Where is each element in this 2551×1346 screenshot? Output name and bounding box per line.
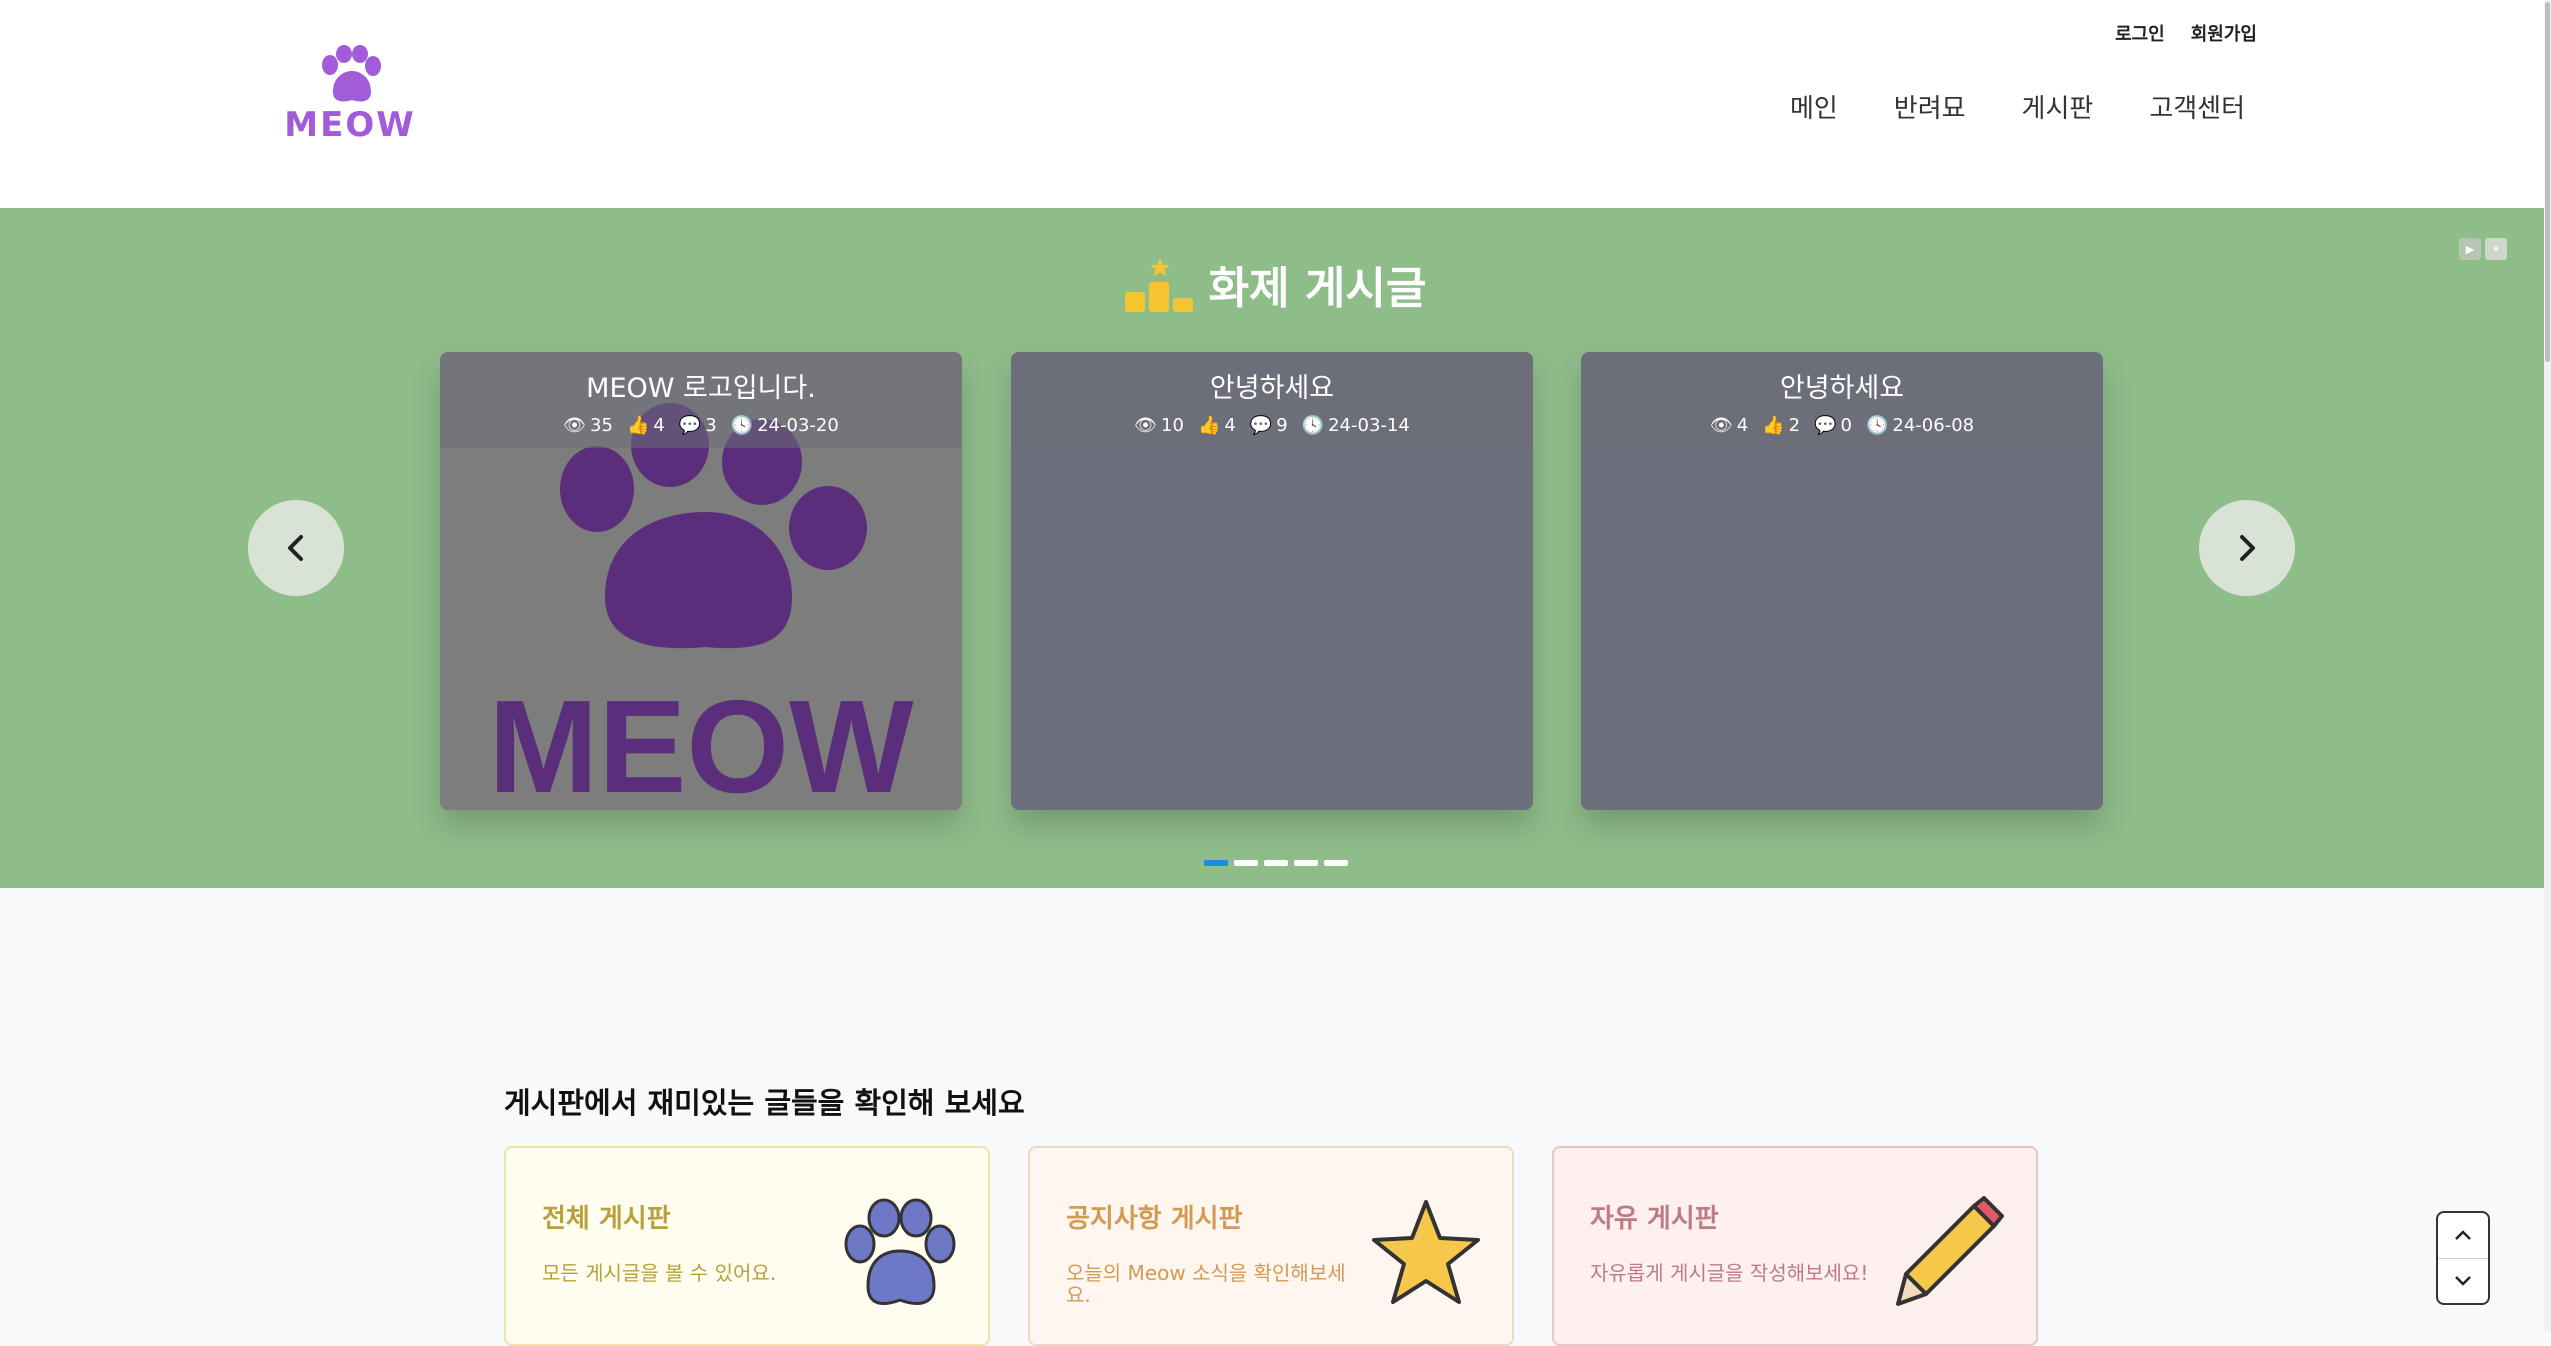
thumbs-up-icon: 👍: [1197, 415, 1221, 436]
scroll-bottom-button[interactable]: [2438, 1257, 2488, 1304]
view-count: 10: [1161, 415, 1184, 436]
hot-posts-heading: 화제 게시글: [0, 252, 2551, 316]
main-nav: 메인 반려묘 게시판 고객센터: [1790, 88, 2245, 125]
site-header: MEOW 로그인 회원가입 메인 반려묘 게시판 고객센터: [0, 0, 2551, 208]
hot-posts-title: 화제 게시글: [1208, 263, 1427, 314]
eye-icon: 👁: [1709, 415, 1733, 436]
post-date: 24-03-20: [757, 415, 839, 436]
like-count: 4: [653, 415, 665, 436]
hot-post-card[interactable]: MEOW MEOW 로고입니다. 👁 35 👍 4 💬 3 🕓 24-03-20: [440, 352, 962, 810]
board-title: 전체 게시판: [542, 1204, 671, 1234]
post-date: 24-03-14: [1328, 415, 1410, 436]
comment-icon: 💬: [1814, 415, 1837, 436]
scroll-top-button[interactable]: [2438, 1213, 2488, 1258]
pencil-icon: [1896, 1196, 2004, 1306]
board-description: 자유롭게 게시글을 작성해보세요!: [1590, 1261, 1869, 1285]
eye-icon: 👁: [563, 415, 587, 436]
clock-icon: 🕓: [1301, 415, 1325, 436]
comment-count: 9: [1276, 415, 1288, 436]
board-title: 자유 게시판: [1590, 1204, 1719, 1234]
view-count: 4: [1736, 415, 1749, 436]
board-description: 오늘의 Meow 소식을 확인해보세요.: [1066, 1261, 1346, 1307]
view-count: 35: [590, 415, 613, 436]
comment-icon: 💬: [1249, 415, 1273, 436]
chevron-down-icon: [2455, 1275, 2471, 1286]
nav-item-main[interactable]: 메인: [1790, 88, 1838, 125]
thumbnail-logo-text: MEOW: [488, 673, 914, 810]
carousel-pagination: [0, 860, 2551, 866]
paw-icon: [322, 45, 381, 102]
pagination-dot[interactable]: [1323, 860, 1348, 866]
hot-posts-section: 화제 게시글 ▶ ⏸ MEOW MEOW 로고입니다. 👁 35 👍 4 💬 3…: [0, 208, 2551, 888]
board-card-all[interactable]: 전체 게시판 모든 게시글을 볼 수 있어요.: [504, 1146, 990, 1346]
play-button[interactable]: ▶: [2459, 238, 2481, 260]
signup-link[interactable]: 회원가입: [2191, 20, 2257, 46]
card-meta: 👁 10 👍 4 💬 9 🕓 24-03-14: [1011, 415, 1533, 436]
pagination-dot[interactable]: [1263, 860, 1288, 866]
pagination-dot[interactable]: [1233, 860, 1258, 866]
star-icon: [1372, 1200, 1480, 1304]
login-link[interactable]: 로그인: [2115, 20, 2165, 46]
nav-item-cats[interactable]: 반려묘: [1894, 88, 1966, 125]
chevron-left-icon: [288, 535, 303, 561]
card-header: MEOW 로고입니다. 👁 35 👍 4 💬 3 🕓 24-03-20: [440, 352, 962, 448]
carousel-prev-button[interactable]: [248, 500, 344, 596]
post-date: 24-06-08: [1892, 415, 1975, 436]
boards-section-title: 게시판에서 재미있는 글들을 확인해 보세요: [504, 1086, 1025, 1120]
thumbs-up-icon: 👍: [626, 415, 650, 436]
board-description: 모든 게시글을 볼 수 있어요.: [542, 1261, 777, 1285]
logo[interactable]: MEOW: [280, 45, 420, 155]
autoplay-controls: ▶ ⏸: [2459, 238, 2507, 260]
card-title: 안녕하세요: [1209, 373, 1335, 404]
pause-button[interactable]: ⏸: [2485, 238, 2507, 260]
scroll-controls: [2436, 1211, 2490, 1305]
clock-icon: 🕓: [1865, 415, 1889, 436]
ranking-podium-icon: [1124, 258, 1193, 312]
card-title: 안녕하세요: [1779, 373, 1905, 404]
thumbs-up-icon: 👍: [1762, 415, 1785, 436]
pagination-dot[interactable]: [1203, 860, 1228, 866]
hot-post-card[interactable]: 안녕하세요 👁 4 👍 2 💬 0 🕓 24-06-08: [1581, 352, 2103, 810]
carousel-next-button[interactable]: [2199, 500, 2295, 596]
logo-text: MEOW: [284, 105, 416, 145]
paw-icon: [844, 1198, 956, 1305]
chevron-right-icon: [2240, 535, 2255, 561]
pagination-dot[interactable]: [1293, 860, 1318, 866]
nav-item-support[interactable]: 고객센터: [2149, 88, 2245, 125]
card-meta: 👁 4 👍 2 💬 0 🕓 24-06-08: [1581, 415, 2103, 436]
card-meta: 👁 35 👍 4 💬 3 🕓 24-03-20: [440, 415, 962, 436]
eye-icon: 👁: [1134, 415, 1158, 436]
board-card-notice[interactable]: 공지사항 게시판 오늘의 Meow 소식을 확인해보세요.: [1028, 1146, 1514, 1346]
card-header: 안녕하세요 👁 10 👍 4 💬 9 🕓 24-03-14: [1011, 352, 1533, 448]
comment-count: 0: [1840, 415, 1852, 436]
clock-icon: 🕓: [730, 415, 754, 436]
board-card-free[interactable]: 자유 게시판 자유롭게 게시글을 작성해보세요!: [1552, 1146, 2038, 1346]
scrollbar-thumb[interactable]: [2545, 2, 2550, 362]
page-scrollbar[interactable]: [2544, 0, 2551, 1332]
chevron-up-icon: [2455, 1230, 2471, 1241]
card-title: MEOW 로고입니다.: [586, 373, 816, 404]
top-links: 로그인 회원가입: [2115, 20, 2257, 46]
board-title: 공지사항 게시판: [1066, 1204, 1243, 1234]
like-count: 2: [1788, 415, 1801, 436]
hot-post-card[interactable]: 안녕하세요 👁 10 👍 4 💬 9 🕓 24-03-14: [1011, 352, 1533, 810]
comment-icon: 💬: [678, 415, 702, 436]
nav-item-board[interactable]: 게시판: [2022, 88, 2094, 125]
comment-count: 3: [705, 415, 717, 436]
card-header: 안녕하세요 👁 4 👍 2 💬 0 🕓 24-06-08: [1581, 352, 2103, 448]
like-count: 4: [1224, 415, 1236, 436]
